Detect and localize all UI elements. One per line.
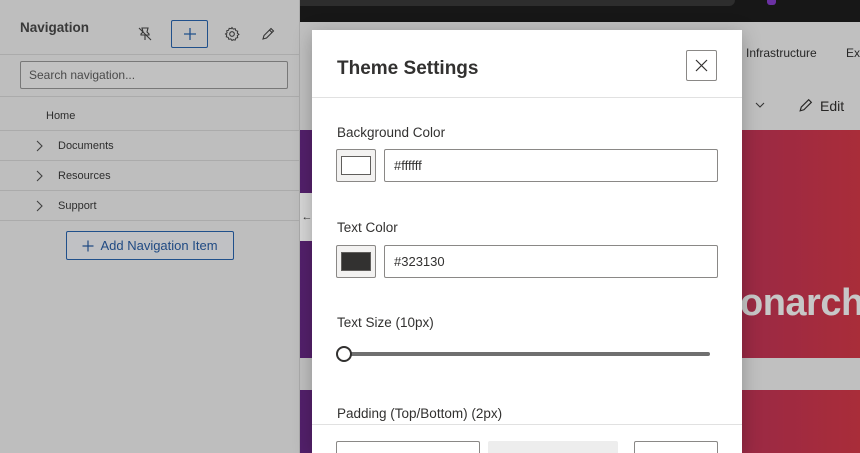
dialog-header: Theme Settings: [312, 30, 742, 98]
dialog-title: Theme Settings: [337, 58, 479, 79]
text-size-slider-track[interactable]: [343, 352, 710, 356]
text-size-slider-thumb[interactable]: [336, 346, 352, 362]
close-button[interactable]: [686, 50, 717, 81]
arrow-left-icon: ←: [301, 211, 313, 223]
footer-button-secondary[interactable]: [488, 441, 618, 453]
background-color-label: Background Color: [337, 125, 446, 140]
text-color-picker-button[interactable]: [336, 245, 376, 278]
text-size-label: Text Size (10px): [337, 315, 434, 330]
text-color-swatch: [341, 252, 371, 271]
text-color-input[interactable]: [384, 245, 718, 278]
theme-settings-dialog: Theme Settings Background Color Text Col…: [312, 30, 742, 453]
footer-button-cancel[interactable]: [634, 441, 718, 453]
close-icon: [695, 59, 708, 72]
padding-label: Padding (Top/Bottom) (2px): [337, 406, 503, 421]
background-color-picker-button[interactable]: [336, 149, 376, 182]
footer-button-primary[interactable]: [336, 441, 480, 453]
text-color-label: Text Color: [337, 220, 398, 235]
background-color-input[interactable]: [384, 149, 718, 182]
background-color-swatch: [341, 156, 371, 175]
